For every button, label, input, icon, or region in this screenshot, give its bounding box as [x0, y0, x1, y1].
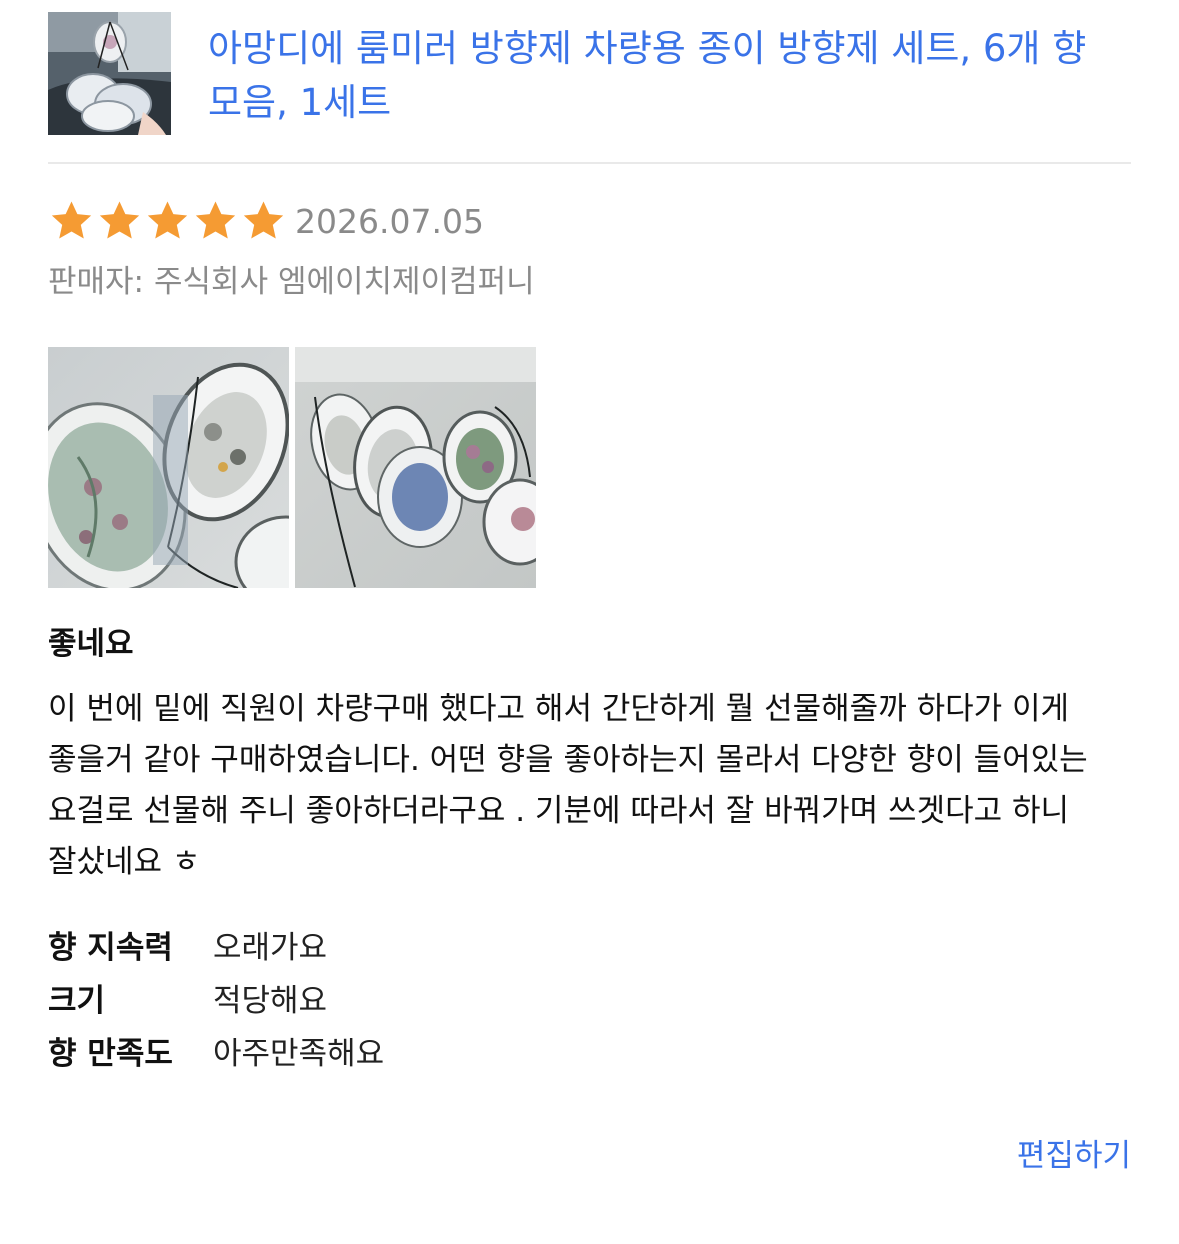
edit-review-link[interactable]: 편집하기	[1017, 1130, 1131, 1175]
attribute-row-scent-duration: 향 지속력 오래가요	[48, 918, 748, 971]
attribute-row-scent-satisfaction: 향 만족도 아주만족해요	[48, 1024, 748, 1077]
attribute-row-size: 크기 적당해요	[48, 971, 748, 1024]
review-attributes: 향 지속력 오래가요 크기 적당해요 향 만족도 아주만족해요	[48, 918, 748, 1077]
review-photo-2[interactable]	[295, 347, 536, 588]
review-body: 이 번에 밑에 직원이 차량구매 했다고 해서 간단하게 뭘 선물해줄까 하다가…	[48, 691, 1088, 880]
attribute-value: 오래가요	[213, 930, 328, 966]
product-header: 아망디에 룸미러 방향제 차량용 종이 방향제 세트, 6개 향 모음, 1세트	[48, 12, 1131, 164]
review-date: 2026.07.05	[295, 201, 484, 241]
seller-name: 주식회사 엠에이치제이컴퍼니	[154, 264, 535, 300]
product-title-link[interactable]: 아망디에 룸미러 방향제 차량용 종이 방향제 세트, 6개 향 모음, 1세트	[208, 22, 1128, 130]
seller-info: 판매자: 주식회사 엠에이치제이컴퍼니	[48, 256, 535, 301]
review-headline: 좋네요	[48, 626, 134, 662]
review-photo-2-image	[295, 347, 536, 588]
review-photo-1[interactable]	[48, 347, 289, 588]
star-icon	[243, 201, 284, 239]
attribute-value: 적당해요	[213, 983, 328, 1019]
seller-label: 판매자:	[48, 264, 145, 300]
product-thumbnail[interactable]	[48, 12, 171, 135]
review-photo-1-image	[48, 347, 289, 588]
product-thumbnail-image	[48, 12, 171, 135]
attribute-label: 향 지속력	[48, 930, 173, 966]
star-icon	[51, 201, 92, 239]
star-icon	[195, 201, 236, 239]
rating-row: 2026.07.05	[48, 196, 484, 246]
review-photos	[48, 347, 536, 588]
star-icon	[147, 201, 188, 239]
star-rating	[48, 198, 287, 244]
attribute-label: 크기	[48, 983, 106, 1019]
attribute-label: 향 만족도	[48, 1036, 173, 1072]
star-icon	[99, 201, 140, 239]
attribute-value: 아주만족해요	[213, 1036, 385, 1072]
